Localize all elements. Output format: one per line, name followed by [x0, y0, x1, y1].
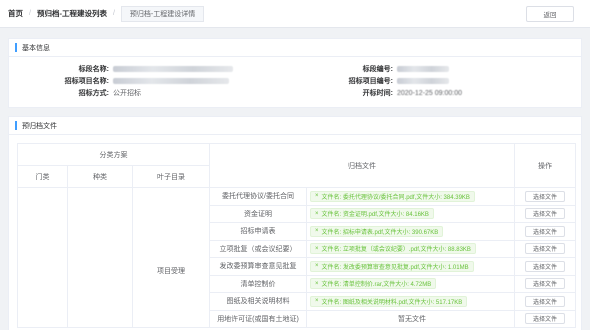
- select-file-button[interactable]: 选择文件: [525, 208, 566, 220]
- leaf-cell: 项目受理: [131, 187, 211, 328]
- remove-file-icon[interactable]: ×: [315, 246, 319, 252]
- file-tag-text: 文件名: 图纸及相关说明材料.pdf,文件大小: 517.17KB: [321, 299, 463, 306]
- select-file-button[interactable]: 选择文件: [525, 278, 566, 290]
- ops-header: 操作: [514, 143, 577, 188]
- file-tag-text: 文件名: 招标申请表.pdf,文件大小: 390.67KB: [321, 229, 439, 236]
- kind-cell: [67, 187, 133, 328]
- project-no-label: 招标项目编号:: [348, 78, 393, 85]
- file-tag[interactable]: × 文件名: 清单控制价.rar,文件大小: 4.72MB: [310, 278, 437, 290]
- open-time-value: 2020-12-25 09:00:00: [397, 89, 462, 97]
- file-cell: × 文件名: 图纸及相关说明材料.pdf,文件大小: 517.17KB: [306, 292, 516, 311]
- basic-info-header: 基本信息: [9, 39, 581, 57]
- file-tag[interactable]: × 文件名: 招标申请表.pdf,文件大小: 390.67KB: [310, 225, 444, 237]
- section-accent-bar: [15, 43, 17, 52]
- document-name-cell: 发改委预算审查意见批复: [209, 257, 308, 276]
- method-row: 招标方式: 公开招标: [9, 87, 141, 99]
- select-file-button[interactable]: 选择文件: [525, 243, 566, 255]
- category-header: 门类: [17, 165, 68, 188]
- basic-info-title: 基本信息: [22, 44, 50, 52]
- open-time-label: 开标时间:: [362, 90, 393, 97]
- back-button[interactable]: 返回: [526, 6, 574, 22]
- document-name-cell: 资金证明: [209, 204, 308, 223]
- bid-no-row: 标段编号:: [293, 63, 449, 75]
- file-tag-text: 文件名: 发改委预算审查意见批复.pdf,文件大小: 1.01MB: [321, 264, 469, 271]
- file-tag[interactable]: × 文件名: 资金证明.pdf,文件大小: 84.16KB: [310, 208, 434, 220]
- bid-name-row: 标段名称:: [9, 63, 233, 75]
- file-tag[interactable]: × 文件名: 委托代理协议/委托合同.pdf,文件大小: 384.39KB: [310, 190, 475, 202]
- select-file-button[interactable]: 选择文件: [525, 225, 566, 237]
- remove-file-icon[interactable]: ×: [315, 211, 319, 217]
- open-time-row: 开标时间: 2020-12-25 09:00:00: [293, 87, 462, 99]
- project-name-value-redacted: [113, 78, 229, 84]
- method-value: 公开招标: [113, 90, 141, 97]
- table-row: 项目受理 委托代理协议/委托合同 × 文件名: 委托代理协议/委托合同.pdf,文件大…: [17, 187, 577, 328]
- remove-file-icon[interactable]: ×: [315, 228, 319, 234]
- breadcrumb-separator: /: [112, 10, 115, 17]
- file-tag-text: 文件名: 资金证明.pdf,文件大小: 84.16KB: [321, 212, 429, 219]
- remove-file-icon[interactable]: ×: [315, 298, 319, 304]
- bid-name-value-redacted: [113, 66, 233, 72]
- file-cell: × 文件名: 招标申请表.pdf,文件大小: 390.67KB: [306, 222, 516, 241]
- ops-cell: 选择文件: [514, 309, 577, 328]
- file-tag[interactable]: × 文件名: 立项批复（或会议纪要）.pdf,文件大小: 88.83KB: [310, 243, 476, 255]
- breadcrumb-current: 预归档-工程建设详情: [120, 5, 205, 22]
- breadcrumb-list[interactable]: 预归档-工程建设列表: [37, 8, 107, 19]
- project-no-row: 招标项目编号:: [293, 75, 449, 87]
- archive-files-header: 预归档文件: [9, 117, 581, 135]
- archive-files-title: 预归档文件: [22, 122, 57, 130]
- category-cell: [17, 187, 68, 328]
- no-file-text: 暂无文件: [398, 315, 427, 323]
- file-cell: 暂无文件: [306, 309, 516, 328]
- basic-info-card: 基本信息 标段名称: 招标项目名称: 招标方式: 公开招标 标段编号: 招标项目…: [8, 38, 582, 108]
- project-name-row: 招标项目名称:: [9, 75, 229, 87]
- document-name-cell: 立项批复（或会议纪要）: [209, 239, 308, 258]
- bid-name-label: 标段名称:: [78, 66, 109, 73]
- select-file-button[interactable]: 选择文件: [525, 190, 566, 202]
- breadcrumb-separator: /: [29, 10, 31, 17]
- file-cell: × 文件名: 清单控制价.rar,文件大小: 4.72MB: [306, 274, 516, 293]
- ops-cell: 选择文件: [514, 222, 577, 241]
- ops-cell: 选择文件: [514, 257, 577, 276]
- file-tag[interactable]: × 文件名: 发改委预算审查意见批复.pdf,文件大小: 1.01MB: [310, 260, 474, 272]
- bid-no-value-redacted: [397, 66, 449, 72]
- method-label: 招标方式:: [78, 90, 109, 97]
- file-tag-text: 文件名: 委托代理协议/委托合同.pdf,文件大小: 384.39KB: [321, 194, 470, 201]
- ops-cell: 选择文件: [514, 292, 577, 311]
- kind-header: 种类: [67, 165, 133, 188]
- file-tag-text: 文件名: 清单控制价.rar,文件大小: 4.72MB: [321, 282, 432, 289]
- file-cell: × 文件名: 发改委预算审查意见批复.pdf,文件大小: 1.01MB: [306, 257, 516, 276]
- project-name-label: 招标项目名称:: [64, 78, 109, 85]
- remove-file-icon[interactable]: ×: [315, 281, 319, 287]
- section-accent-bar: [15, 121, 17, 130]
- file-cell: × 文件名: 委托代理协议/委托合同.pdf,文件大小: 384.39KB: [306, 187, 516, 206]
- select-file-button[interactable]: 选择文件: [525, 260, 566, 272]
- remove-file-icon[interactable]: ×: [315, 193, 319, 199]
- breadcrumb-home[interactable]: 首页: [8, 8, 23, 19]
- archive-files-table: 分类方案 归档文件 操作 门类 种类 叶子目录 项目受理 委托代理协议/委托合同 ×…: [16, 143, 577, 328]
- ops-cell: 选择文件: [514, 239, 577, 258]
- select-file-button[interactable]: 选择文件: [525, 295, 566, 307]
- leaf-header: 叶子目录: [131, 165, 211, 188]
- remove-file-icon[interactable]: ×: [315, 263, 319, 269]
- files-header: 归档文件: [209, 143, 516, 188]
- ops-cell: 选择文件: [514, 204, 577, 223]
- ops-cell: 选择文件: [514, 274, 577, 293]
- select-file-button[interactable]: 选择文件: [525, 313, 566, 325]
- document-name-cell: 用地许可证(或国有土地证): [209, 309, 308, 328]
- scheme-header: 分类方案: [16, 143, 211, 166]
- file-cell: × 文件名: 立项批复（或会议纪要）.pdf,文件大小: 88.83KB: [306, 239, 516, 258]
- document-name-cell: 图纸及相关说明材料: [209, 292, 308, 311]
- file-tag-text: 文件名: 立项批复（或会议纪要）.pdf,文件大小: 88.83KB: [321, 247, 471, 254]
- file-cell: × 文件名: 资金证明.pdf,文件大小: 84.16KB: [306, 204, 516, 223]
- document-name-cell: 委托代理协议/委托合同: [209, 187, 308, 206]
- project-no-value-redacted: [397, 78, 449, 84]
- ops-cell: 选择文件: [514, 187, 577, 206]
- bid-no-label: 标段编号:: [362, 66, 393, 73]
- document-name-cell: 清单控制价: [209, 274, 308, 293]
- archive-files-card: 预归档文件 分类方案 归档文件 操作 门类 种类 叶子目录 项目受理 委托代理协议…: [8, 116, 582, 330]
- top-bar: 首页 / 预归档-工程建设列表 / 预归档-工程建设详情 返回: [0, 0, 590, 28]
- document-name-cell: 招标申请表: [209, 222, 308, 241]
- file-tag[interactable]: × 文件名: 图纸及相关说明材料.pdf,文件大小: 517.17KB: [310, 295, 468, 307]
